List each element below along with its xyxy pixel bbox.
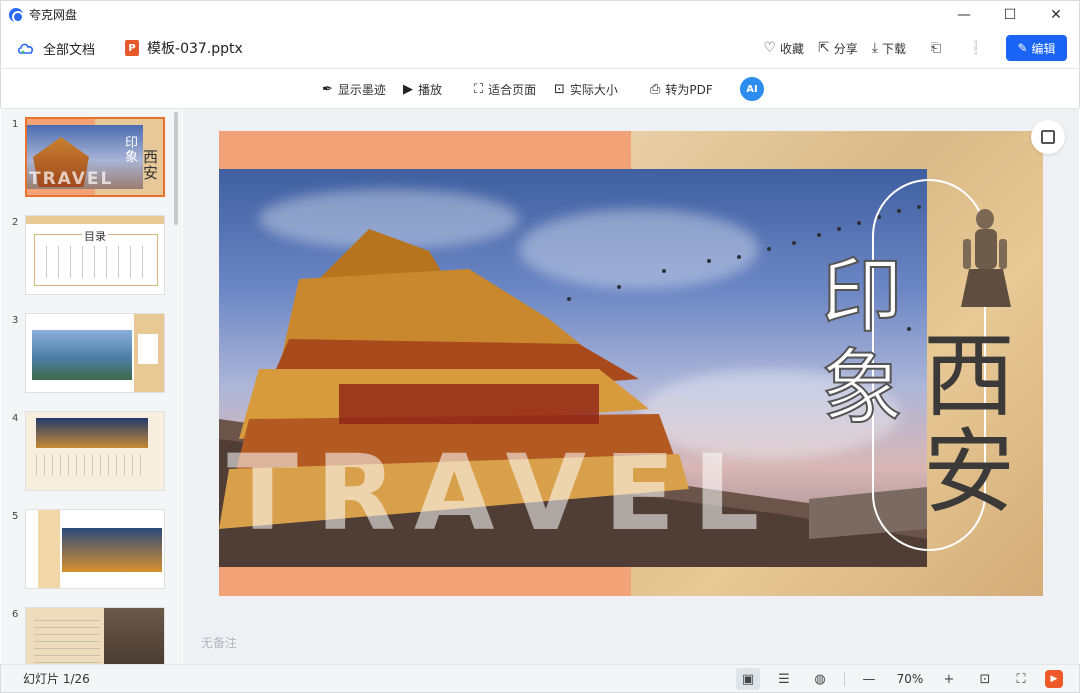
export-icon: ⎗ [930, 40, 942, 56]
pencil-icon: ✎ [1017, 41, 1028, 55]
slide-panel-toggle-button[interactable] [1031, 120, 1065, 154]
current-slide: TRAVEL 印象 西安 [219, 131, 1043, 596]
app-title: 夸克网盘 [29, 8, 78, 22]
pptx-file-icon: P [125, 40, 140, 56]
thumbnail-row[interactable]: 4 [1, 411, 182, 496]
status-tools: ▣ ☰ ◍ — 70% + ⊡ ⛶ ▶ [724, 665, 1079, 693]
viewer-toolbar: ✒ 显示墨迹 ▶ 播放 ⛶ 适合页面 ⊡ 实际大小 ⎙ 转为PDF AI [0, 68, 1080, 108]
notes-view-button[interactable]: ☰ [772, 668, 796, 690]
status-bar: 幻灯片 1/26 ▣ ☰ ◍ — 70% + ⊡ ⛶ ▶ [0, 664, 1080, 693]
slides-panel-icon [1041, 130, 1055, 144]
slide-thumbnail[interactable] [25, 313, 165, 393]
thumbnail-row[interactable]: 1 TRAVEL 印象 西安 [1, 117, 182, 202]
thumbnail-number: 6 [12, 609, 19, 620]
web-view-button[interactable]: ◍ [808, 668, 832, 690]
thumbnail-number: 1 [12, 119, 19, 130]
favorite-label: 收藏 [780, 41, 805, 56]
thumbnail-number: 4 [12, 413, 19, 424]
fit-page-button[interactable]: ⛶ 适合页面 [474, 81, 536, 98]
actual-size-button[interactable]: ⊡ 实际大小 [554, 81, 618, 98]
zoom-out-button[interactable]: — [857, 668, 881, 690]
cloud-icon [17, 41, 35, 55]
close-button[interactable]: ✕ [1033, 1, 1079, 29]
travel-watermark: TRAVEL [227, 432, 778, 554]
show-ink-label: 显示墨迹 [337, 83, 386, 97]
fit-window-button[interactable]: ⊡ [973, 668, 997, 690]
slide-thumbnail[interactable]: 目录 [25, 215, 165, 295]
title-bar: 夸克网盘 — ☐ ✕ [0, 0, 1080, 28]
slide-title-xian: 西安 [922, 323, 1015, 526]
fit-page-label: 适合页面 [488, 83, 537, 97]
thumbnail-watermark: TRAVEL [29, 169, 114, 189]
thumbnail-number: 2 [12, 217, 19, 228]
favorite-button[interactable]: ♡ 收藏 [763, 40, 804, 57]
convert-pdf-label: 转为PDF [665, 83, 713, 97]
share-label: 分享 [833, 41, 858, 56]
play-circle-icon: ▶ [403, 82, 413, 97]
play-button[interactable]: ▶ 播放 [403, 81, 442, 98]
slide-thumbnail-panel[interactable]: 1 TRAVEL 印象 西安 2 目录 3 4 5 6 [1, 108, 182, 664]
slide-title-impression: 印象 [820, 249, 904, 436]
slide-thumbnail[interactable] [25, 509, 165, 589]
thumbnail-row[interactable]: 5 [1, 509, 182, 594]
fit-page-icon: ⛶ [474, 82, 484, 97]
actual-size-icon: ⊡ [554, 82, 565, 97]
breadcrumb-all-documents[interactable]: 全部文档 [17, 39, 95, 58]
edit-label: 编辑 [1031, 41, 1056, 56]
zoom-level: 70% [896, 672, 924, 686]
document-header: 全部文档 P 模板-037.pptx ♡ 收藏 ⇱ 分享 ⤓ 下载 ⎗ ❕ ✎ … [0, 28, 1080, 68]
thumbnail-title-small: 印象 [125, 136, 139, 165]
thumbnail-row[interactable]: 3 [1, 313, 182, 398]
maximize-button[interactable]: ☐ [987, 1, 1033, 29]
terracotta-warrior-figure [961, 209, 1011, 307]
window-controls: — ☐ ✕ [941, 1, 1079, 29]
edit-button[interactable]: ✎ 编辑 [1006, 35, 1067, 61]
minimize-button[interactable]: — [941, 1, 987, 29]
globe-icon: ◍ [814, 671, 826, 687]
download-button[interactable]: ⤓ 下载 [872, 40, 906, 57]
download-label: 下载 [881, 41, 906, 56]
status-divider [844, 672, 845, 686]
thumbnail-title-large: 西安 [143, 148, 159, 182]
pdf-icon: ⎙ [650, 82, 661, 97]
header-actions: ♡ 收藏 ⇱ 分享 ⤓ 下载 ⎗ ❕ ✎ 编辑 [749, 35, 1067, 61]
breadcrumb-file: P 模板-037.pptx [125, 38, 243, 58]
actual-size-label: 实际大小 [569, 83, 618, 97]
ai-assistant-button[interactable]: AI [740, 77, 764, 101]
slide-viewer[interactable]: TRAVEL 印象 西安 无备注 [183, 108, 1079, 664]
thumbnail-row[interactable]: 6 [1, 607, 182, 664]
notes-icon: ☰ [778, 671, 790, 687]
download-icon: ⤓ [871, 40, 878, 56]
slide-thumbnail[interactable] [25, 607, 165, 664]
file-name: 模板-037.pptx [147, 41, 243, 57]
share-button[interactable]: ⇱ 分享 [818, 40, 858, 57]
play-label: 播放 [418, 83, 443, 97]
slide-thumbnail[interactable] [25, 411, 165, 491]
normal-view-button[interactable]: ▣ [736, 668, 760, 690]
heart-icon: ♡ [763, 40, 777, 56]
thumbnail-row[interactable]: 2 目录 [1, 215, 182, 300]
fullscreen-icon: ⛶ [1016, 671, 1026, 687]
feedback-button[interactable]: ❕ [966, 38, 986, 58]
thumbnail-number: 3 [12, 315, 19, 326]
slide-counter: 幻灯片 1/26 [23, 672, 90, 686]
convert-pdf-button[interactable]: ⎙ 转为PDF [650, 81, 713, 98]
slide-notes-placeholder: 无备注 [201, 636, 238, 650]
slideshow-play-button[interactable]: ▶ [1045, 670, 1063, 688]
play-icon: ▶ [1050, 674, 1058, 684]
ink-pen-icon: ✒ [322, 82, 333, 97]
show-ink-button[interactable]: ✒ 显示墨迹 [322, 81, 386, 98]
export-button[interactable]: ⎗ [926, 38, 946, 58]
fit-window-icon: ⊡ [979, 671, 991, 687]
thumbnail-number: 5 [12, 511, 19, 522]
zoom-in-button[interactable]: + [937, 668, 961, 690]
slide-view-icon: ▣ [741, 671, 755, 687]
app-logo-icon [9, 7, 24, 23]
feedback-icon: ❕ [967, 40, 985, 56]
breadcrumb-root-label: 全部文档 [43, 42, 96, 58]
share-icon: ⇱ [818, 40, 830, 56]
slide-thumbnail[interactable]: TRAVEL 印象 西安 [25, 117, 165, 197]
thumbnail-heading: 目录 [82, 228, 108, 244]
fullscreen-button[interactable]: ⛶ [1009, 668, 1033, 690]
